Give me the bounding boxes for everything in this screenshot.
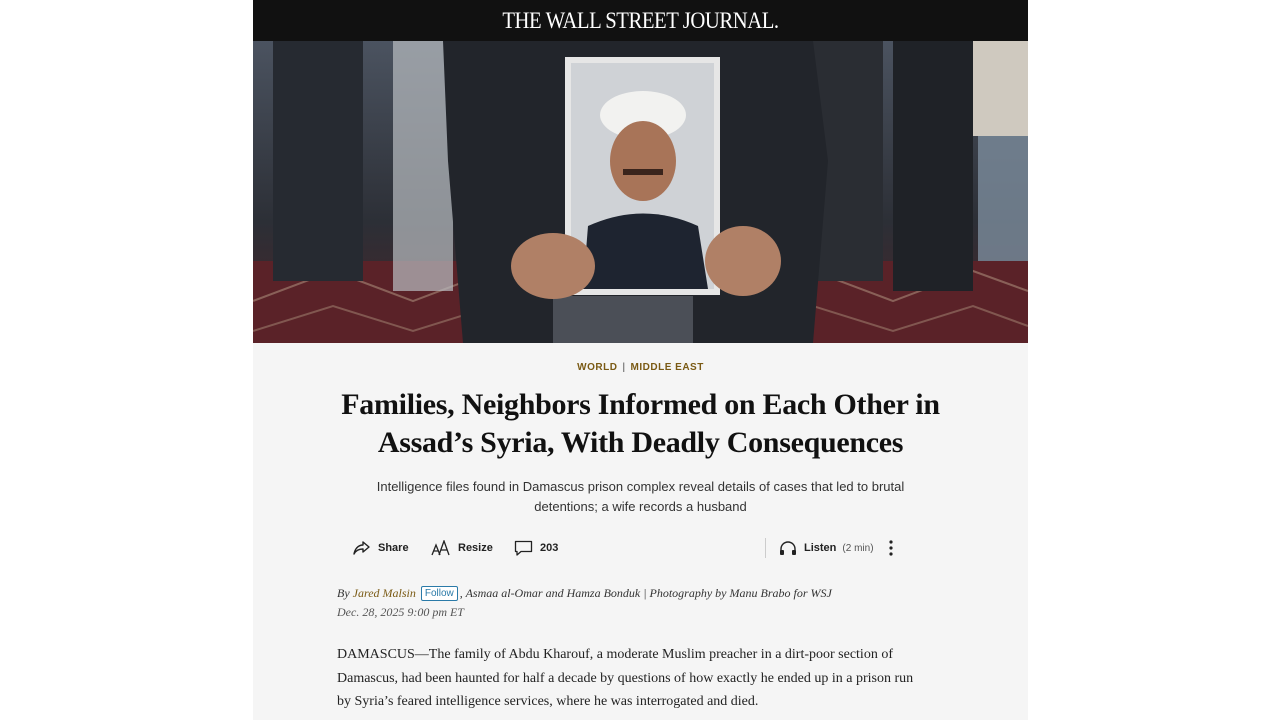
wsj-logo[interactable]: THE WALL STREET JOURNAL.: [502, 8, 779, 34]
more-options-button[interactable]: [887, 536, 901, 560]
share-label: Share: [378, 542, 409, 554]
comments-button[interactable]: 203: [514, 536, 558, 560]
listen-duration: (2 min): [842, 542, 874, 554]
byline-contributors: , Asmaa al-Omar and Hamza Bonduk | Photo…: [459, 586, 832, 600]
byline-prefix: By: [337, 586, 350, 600]
hero-photo: [253, 41, 1028, 343]
headphones-icon: [780, 541, 796, 555]
resize-button[interactable]: Resize: [431, 536, 493, 560]
comments-count: 203: [540, 542, 559, 554]
resize-text-icon: [431, 540, 450, 556]
toolbar-divider: [765, 538, 766, 558]
section-middle-east-link[interactable]: MIDDLE EAST: [631, 362, 704, 373]
section-world-link[interactable]: WORLD: [577, 362, 617, 373]
article-headline: Families, Neighbors Informed on Each Oth…: [341, 388, 940, 459]
article-dek: Intelligence files found in Damascus pri…: [376, 479, 905, 514]
hero-photo-illustration: [253, 41, 1028, 343]
section-labels: WORLD | MIDDLE EAST: [253, 362, 1028, 373]
listen-label: Listen: [804, 542, 837, 554]
more-vertical-icon: [888, 540, 893, 556]
share-icon: [353, 541, 370, 555]
article-body-paragraph: DAMASCUS—The family of Abdu Kharouf, a m…: [337, 647, 914, 709]
listen-button[interactable]: Listen (2 min): [779, 536, 874, 560]
resize-label: Resize: [458, 542, 493, 554]
article-toolbar: Share Resize 203 Listen (2 min): [353, 536, 913, 560]
publish-date: Dec. 28, 2025 9:00 pm ET: [337, 605, 464, 619]
comment-icon: [514, 540, 533, 556]
byline: By Jared Malsin Follow, Asmaa al-Omar an…: [337, 585, 957, 601]
masthead: THE WALL STREET JOURNAL.: [253, 0, 1028, 41]
author-link[interactable]: Jared Malsin: [353, 586, 416, 600]
follow-button[interactable]: Follow: [420, 586, 458, 601]
article-page: THE WALL STREET JOURNAL. WORLD | MIDDLE …: [253, 0, 1028, 720]
section-separator: |: [622, 362, 626, 373]
share-button[interactable]: Share: [353, 536, 409, 560]
